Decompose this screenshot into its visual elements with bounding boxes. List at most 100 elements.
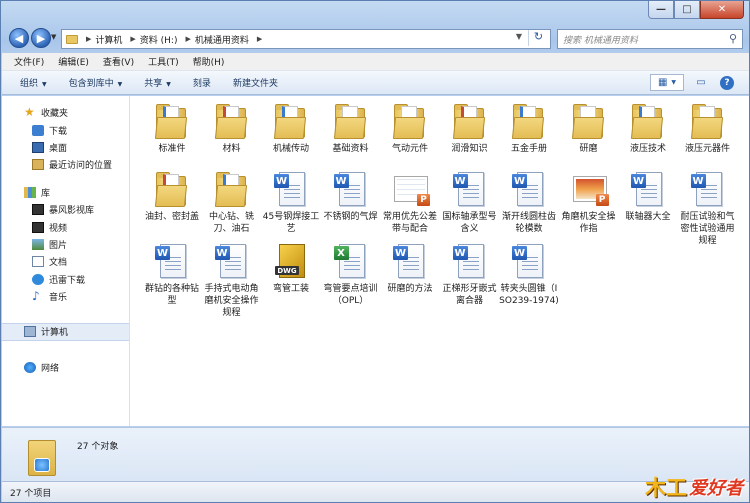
refresh-icon[interactable]: ↻ (528, 30, 548, 46)
folder-item[interactable]: 油封、密封盖 (142, 170, 202, 223)
menu-file[interactable]: 文件(F) (14, 55, 44, 68)
file-item[interactable]: W 转夹头圆锥（ISO239-1974) (499, 242, 559, 307)
folder-item[interactable]: 标准件 (142, 102, 202, 155)
file-item[interactable]: W 研磨的方法 (380, 242, 440, 295)
sidebar-item-documents[interactable]: 文档 (2, 253, 129, 270)
dropdown-arrow-icon: ▼ (671, 79, 677, 86)
burn-button[interactable]: 刻录 (193, 76, 211, 89)
file-name-label: 弯管要点培训（OPL） (323, 284, 378, 306)
maximize-button[interactable]: □ (674, 1, 700, 19)
dropdown-arrow-icon: ▼ (42, 81, 47, 88)
file-item[interactable]: W 国标轴承型号含义 (440, 170, 500, 235)
close-button[interactable]: ✕ (700, 1, 744, 19)
sidebar-item-computer[interactable]: 计算机 (2, 323, 129, 341)
address-bar[interactable]: ▶ 计算机 ▶ 资料 (H:) ▶ 机械通用资料 ▶ ▼ (61, 29, 551, 49)
file-item[interactable]: W 不锈钢的气焊 (321, 170, 381, 223)
folder-item[interactable]: 五金手册 (499, 102, 559, 155)
folder-item[interactable]: 材料 (202, 102, 262, 155)
file-item[interactable]: W 渐开线圆柱齿轮模数 (499, 170, 559, 235)
file-item[interactable]: W 45号钢焊接工艺 (261, 170, 321, 235)
navigation-pane: ★ 收藏夹 下载 桌面 最近访问的位置 库 暴风影视库 视频 图片 文档 迅雷下载… (2, 96, 130, 426)
menu-view[interactable]: 查看(V) (103, 55, 134, 68)
folder-item[interactable]: 研磨 (559, 102, 619, 155)
sidebar-item-label: 计算机 (41, 328, 69, 339)
include-library-label: 包含到库中 (68, 79, 114, 89)
chevron-right-icon[interactable]: ▶ (185, 35, 190, 43)
file-item[interactable]: W 群钻的各种钻型 (142, 242, 202, 307)
chevron-right-icon[interactable]: ▶ (257, 35, 262, 43)
organize-button[interactable]: 组织 ▼ (20, 76, 47, 89)
folder-item[interactable]: 液压技术 (618, 102, 678, 155)
help-button[interactable]: ? (718, 74, 736, 91)
sidebar-item-label: 暴风影视库 (49, 206, 95, 217)
back-button[interactable]: ◀ (9, 28, 29, 48)
document-icon (32, 256, 44, 268)
file-item[interactable]: X 弯管要点培训（OPL） (321, 242, 381, 307)
new-folder-button[interactable]: 新建文件夹 (233, 76, 278, 89)
file-item[interactable]: W 联轴器大全 (618, 170, 678, 223)
forward-button[interactable]: ▶ (31, 28, 51, 48)
folder-item[interactable]: 中心钻、铣刀、油石 (202, 170, 262, 235)
file-name-label: 液压元器件 (684, 144, 730, 154)
file-name-label: 手持式电动角磨机安全操作规程 (204, 284, 259, 318)
sidebar-item-pictures[interactable]: 图片 (2, 236, 129, 253)
menu-edit[interactable]: 编辑(E) (58, 55, 89, 68)
sidebar-item-favorites[interactable]: ★ 收藏夹 (2, 104, 129, 121)
include-library-button[interactable]: 包含到库中 ▼ (69, 76, 123, 89)
file-name-label: 渐开线圆柱齿轮模数 (501, 212, 556, 234)
video-icon (32, 221, 44, 233)
file-item[interactable]: DWG 弯管工装 (261, 242, 321, 295)
sidebar-item-label: 图片 (49, 240, 68, 251)
excel-document-icon: X (333, 242, 369, 280)
search-input[interactable]: 搜索 机械通用资料 ⚲ (557, 29, 743, 49)
computer-icon (24, 326, 36, 338)
chevron-right-icon[interactable]: ▶ (130, 35, 135, 43)
folder-icon (392, 102, 428, 140)
library-icon (24, 186, 36, 198)
sidebar-item-label: 视频 (49, 223, 68, 234)
picture-icon (32, 238, 44, 250)
preview-pane-button[interactable]: ▭ (692, 74, 710, 91)
sidebar-item-network[interactable]: 网络 (2, 359, 129, 376)
change-view-button[interactable]: ▦ ▼ (650, 74, 684, 91)
folder-icon (154, 102, 190, 140)
word-document-icon: W (214, 242, 250, 280)
menu-tools[interactable]: 工具(T) (148, 55, 179, 68)
sidebar-item-thunder[interactable]: 迅雷下载 (2, 271, 129, 288)
recent-pages-dropdown[interactable]: ▼ (51, 33, 56, 41)
folder-item[interactable]: 液压元器件 (678, 102, 738, 155)
folder-icon (571, 102, 607, 140)
sidebar-item-libraries[interactable]: 库 (2, 184, 129, 201)
share-button[interactable]: 共享 ▼ (144, 76, 171, 89)
menu-bar: 文件(F) 编辑(E) 查看(V) 工具(T) 帮助(H) (2, 53, 749, 71)
word-document-icon: W (511, 242, 547, 280)
folder-item[interactable]: 机械传动 (261, 102, 321, 155)
sidebar-item-baofeng[interactable]: 暴风影视库 (2, 201, 129, 218)
file-item[interactable]: W 耐压试验和气密性试验通用规程 (678, 170, 738, 247)
sidebar-item-desktop[interactable]: 桌面 (2, 139, 129, 156)
file-item[interactable]: W 手持式电动角磨机安全操作规程 (202, 242, 262, 319)
file-item[interactable]: P 角磨机安全操作指 (559, 170, 619, 235)
recent-places-icon (32, 159, 44, 171)
search-icon[interactable]: ⚲ (729, 32, 737, 45)
title-bar: — □ ✕ (1, 1, 749, 25)
breadcrumb-computer[interactable]: 计算机 (95, 33, 122, 46)
sidebar-item-music[interactable]: ♪ 音乐 (2, 288, 129, 305)
folder-item[interactable]: 气动元件 (380, 102, 440, 155)
folder-icon (28, 436, 56, 476)
sidebar-item-videos[interactable]: 视频 (2, 218, 129, 235)
minimize-button[interactable]: — (648, 1, 674, 19)
chevron-right-icon[interactable]: ▶ (86, 35, 91, 43)
file-name-label: 弯管工装 (272, 284, 309, 294)
address-dropdown-icon[interactable]: ▼ (516, 32, 522, 41)
file-item[interactable]: W 正梯形牙嵌式离合器 (440, 242, 500, 307)
sidebar-item-downloads[interactable]: 下载 (2, 121, 129, 138)
folder-item[interactable]: 润滑知识 (440, 102, 500, 155)
word-document-icon: W (690, 170, 726, 208)
sidebar-item-recent[interactable]: 最近访问的位置 (2, 156, 129, 173)
folder-item[interactable]: 基础资料 (321, 102, 381, 155)
menu-help[interactable]: 帮助(H) (193, 55, 225, 68)
breadcrumb-folder[interactable]: 机械通用资料 (195, 33, 249, 46)
file-item[interactable]: P 常用优先公差带与配合 (380, 170, 440, 235)
breadcrumb-drive[interactable]: 资料 (H:) (140, 33, 178, 46)
